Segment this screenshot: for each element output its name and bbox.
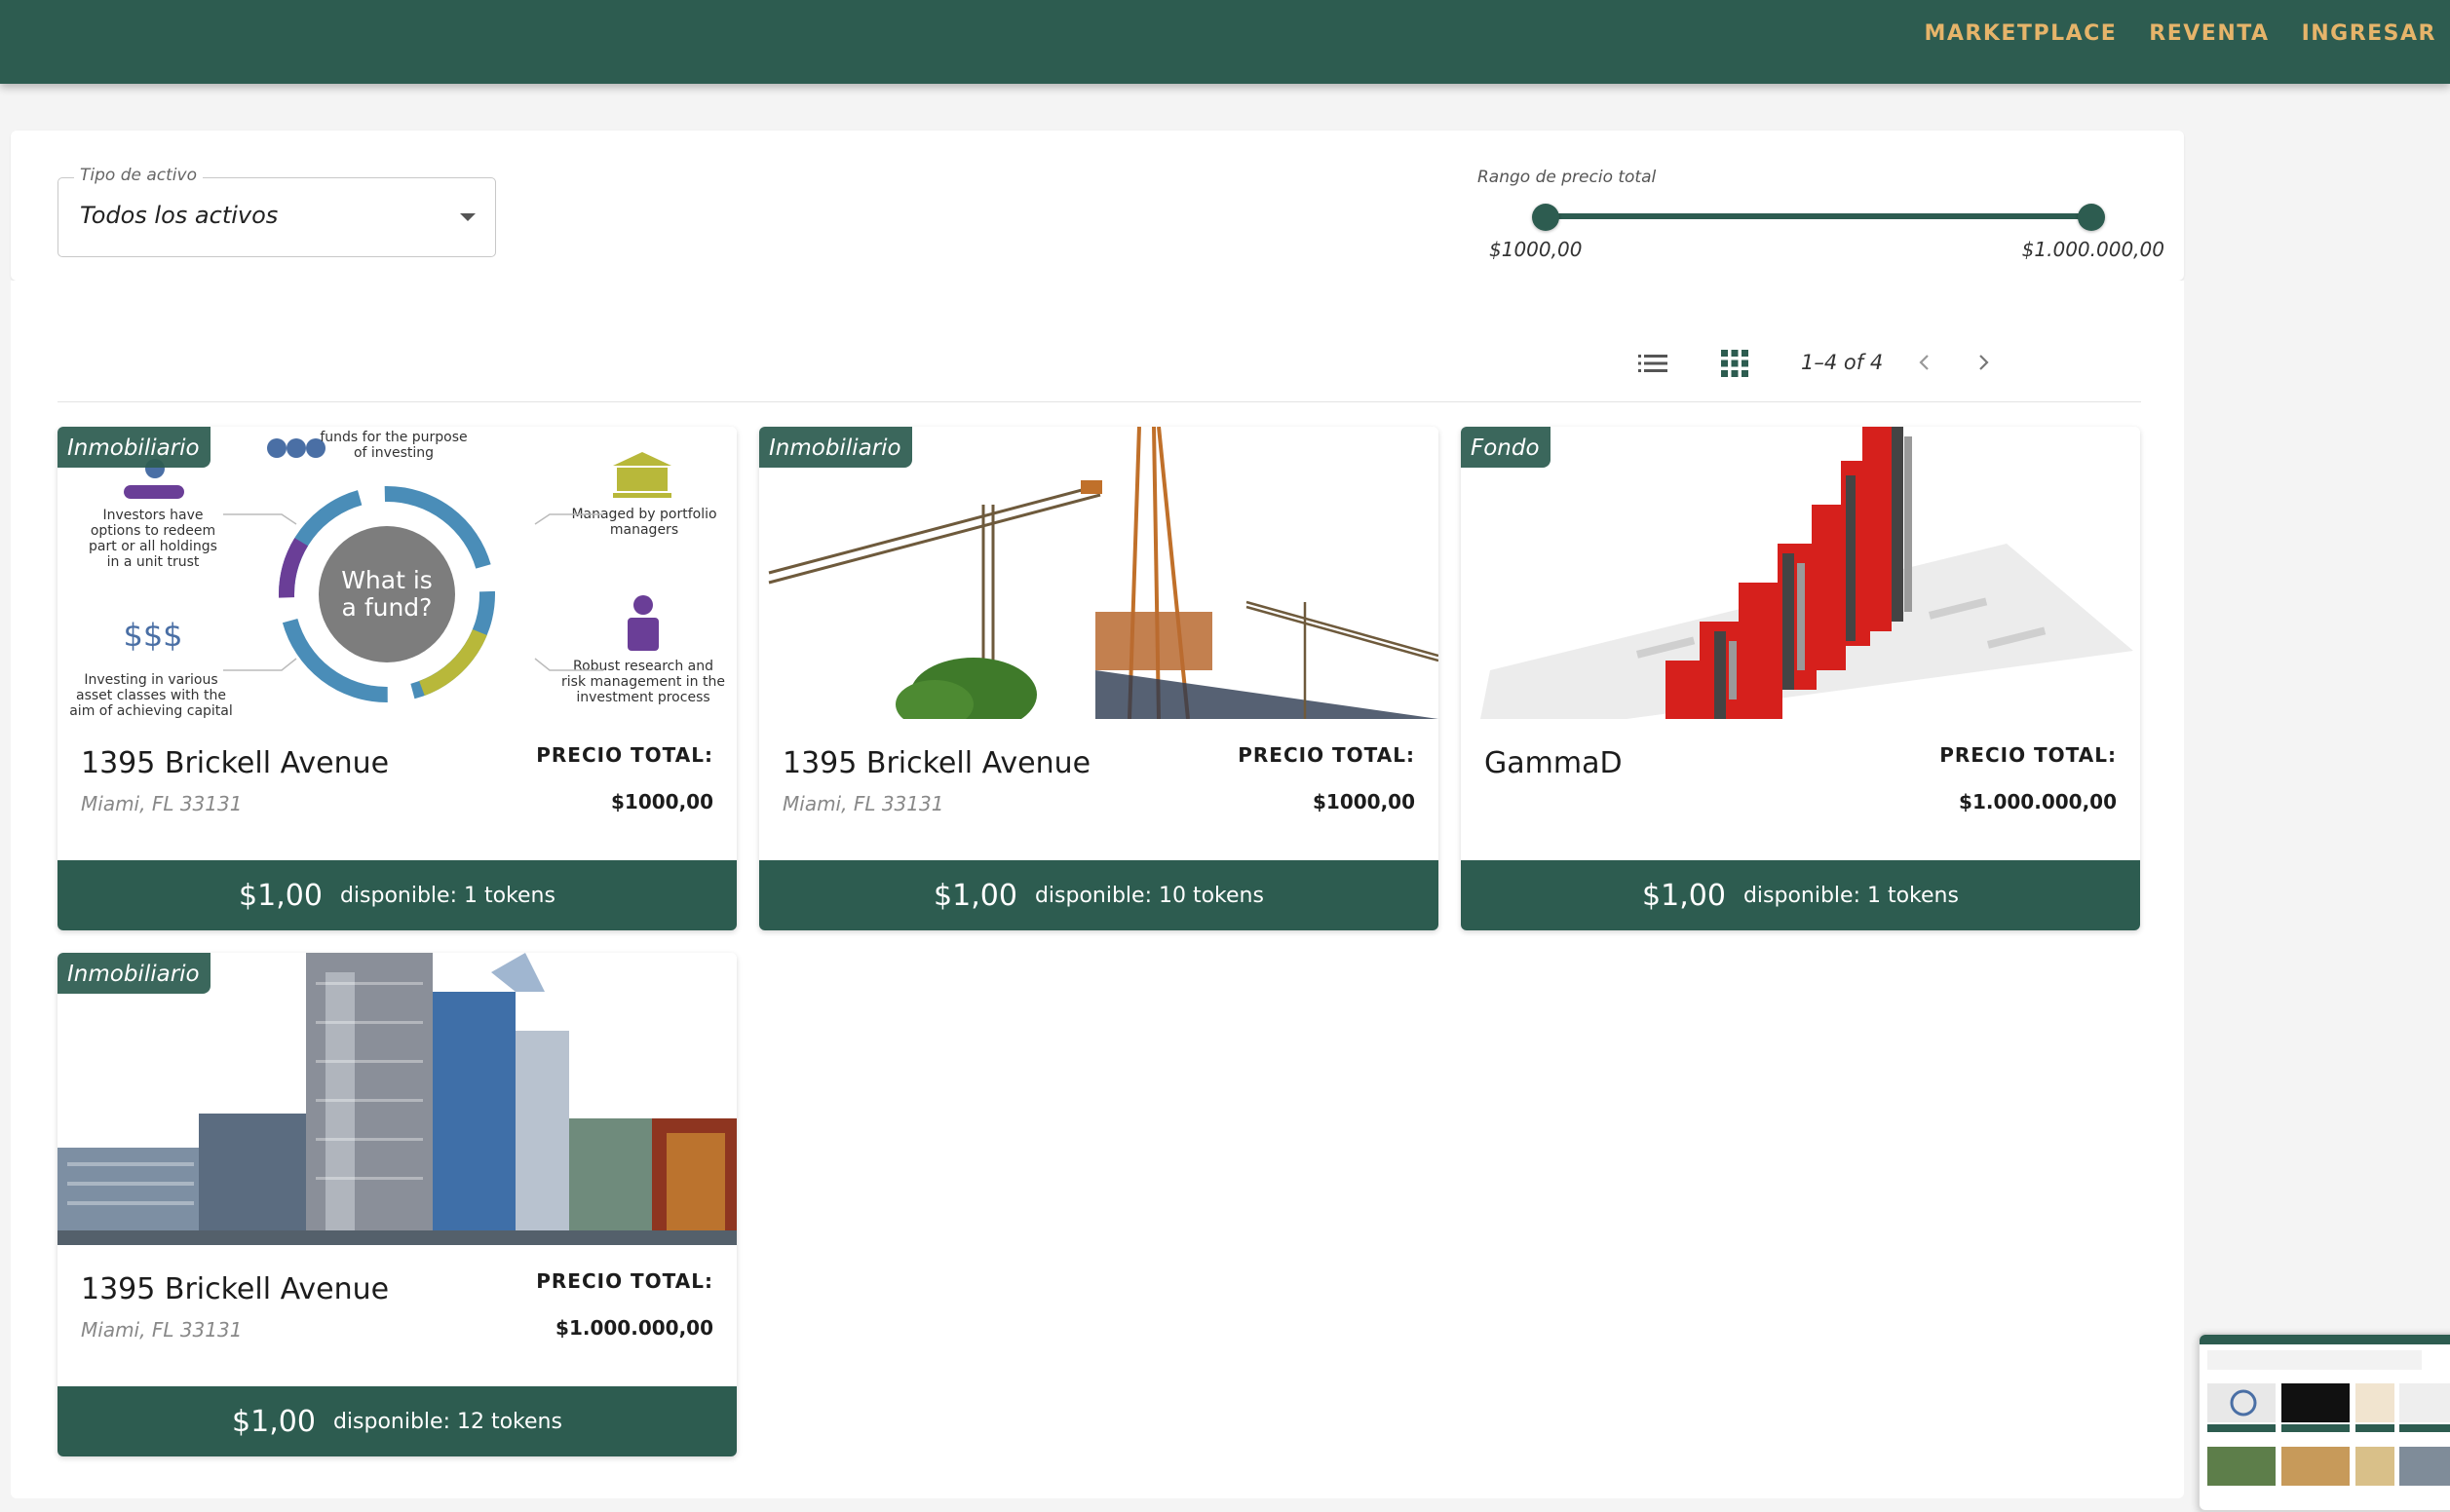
price-range-max-handle[interactable] <box>2078 204 2105 231</box>
list-view-icon[interactable] <box>1638 354 1667 373</box>
token-footer[interactable]: $1,00 disponible: 10 tokens <box>759 860 1438 930</box>
token-footer[interactable]: $1,00 disponible: 1 tokens <box>1461 860 2140 930</box>
filters-panel: Tipo de activo Todos los activos Rango d… <box>11 131 2184 281</box>
listing-toolbar: 1–4 of 4 <box>1599 339 2184 388</box>
caret-down-icon <box>460 213 476 221</box>
asset-card[interactable]: Inmobiliario 1395 Brickell Avenue Miami,… <box>759 427 1438 930</box>
construction-cranes-image <box>759 427 1438 719</box>
token-footer[interactable]: $1,00 disponible: 1 tokens <box>57 860 737 930</box>
asset-location: Miami, FL 33131 <box>81 1318 243 1342</box>
token-footer[interactable]: $1,00 disponible: 12 tokens <box>57 1386 737 1456</box>
finance-bar-chart-image <box>1461 427 2140 719</box>
money-bag-icon <box>267 438 325 458</box>
asset-title: GammaD <box>1484 746 1623 780</box>
total-price-label: PRECIO TOTAL: <box>1238 743 1415 767</box>
fund-text-1b: of investing <box>354 445 434 461</box>
asset-type-badge: Inmobiliario <box>57 427 211 468</box>
price-range-max-value: $1.000.000,00 <box>2021 238 2164 261</box>
fund-text-3a: Robust research and <box>573 659 713 674</box>
asset-title: 1395 Brickell Avenue <box>81 746 390 780</box>
dollar-signs-icon: $$$ <box>123 617 182 654</box>
nav-ingresar-link[interactable]: INGRESAR <box>2302 21 2436 46</box>
total-price-label: PRECIO TOTAL: <box>536 743 713 767</box>
total-price-label: PRECIO TOTAL: <box>1939 743 2117 767</box>
fund-center-line2: a fund? <box>342 593 433 622</box>
fund-infographic-image: What is a fund? funds for the purpose of… <box>57 427 737 719</box>
fund-text-4c: aim of achieving capital <box>69 703 233 719</box>
top-app-bar: MARKETPLACE REVENTA INGRESAR <box>0 0 2450 84</box>
price-range-min-handle[interactable] <box>1532 204 1559 231</box>
asset-type-select[interactable]: Tipo de activo Todos los activos <box>57 166 496 257</box>
price-range-track[interactable] <box>1546 213 2091 219</box>
grid-view-icon[interactable] <box>1721 350 1748 377</box>
nav-marketplace-link[interactable]: MARKETPLACE <box>1925 21 2118 46</box>
total-price-value: $1.000.000,00 <box>555 1316 713 1340</box>
tokens-available: disponible: 10 tokens <box>1034 883 1264 908</box>
asset-type-value: Todos los activos <box>80 202 279 229</box>
asset-type-label: Tipo de activo <box>74 166 203 185</box>
tokens-available: disponible: 12 tokens <box>332 1409 562 1434</box>
fund-center-line1: What is <box>341 566 433 594</box>
top-nav: MARKETPLACE REVENTA INGRESAR <box>1925 21 2437 46</box>
fund-text-5a: Investors have <box>102 508 203 523</box>
listing-area: 1–4 of 4 What is a fund? funds for the p… <box>11 281 2184 1498</box>
asset-card[interactable]: Inmobiliario 1395 Brickell Avenue Miami,… <box>57 953 737 1456</box>
token-price: $1,00 <box>1642 878 1726 913</box>
chevron-left-icon[interactable] <box>1913 351 1936 374</box>
fund-text-1a: funds for the purpose <box>320 430 467 445</box>
asset-card[interactable]: What is a fund? funds for the purpose of… <box>57 427 737 930</box>
total-price-value: $1000,00 <box>610 790 713 813</box>
toolbar-divider <box>57 401 2141 402</box>
token-price: $1,00 <box>232 1404 316 1439</box>
fund-text-5c: part or all holdings <box>89 539 217 554</box>
tokens-available: disponible: 1 tokens <box>1742 883 1959 908</box>
asset-title: 1395 Brickell Avenue <box>81 1272 390 1306</box>
manager-icon <box>628 595 659 651</box>
asset-card[interactable]: Fondo GammaD PRECIO TOTAL: $1.000.000,00… <box>1461 427 2140 930</box>
asset-location: Miami, FL 33131 <box>81 792 243 815</box>
price-range-label: Rango de precio total <box>1477 168 1657 187</box>
screenshot-preview-thumbnail[interactable] <box>2198 1333 2450 1512</box>
pagination-range: 1–4 of 4 <box>1801 351 1884 374</box>
total-price-label: PRECIO TOTAL: <box>536 1269 713 1293</box>
fund-text-3b: risk management in the <box>561 674 725 690</box>
token-price: $1,00 <box>934 878 1017 913</box>
fund-text-4a: Investing in various <box>84 672 217 688</box>
nav-reventa-link[interactable]: REVENTA <box>2149 21 2269 46</box>
total-price-value: $1.000.000,00 <box>1959 790 2117 813</box>
fund-text-2b: managers <box>610 522 678 538</box>
asset-type-badge: Inmobiliario <box>57 953 211 994</box>
token-price: $1,00 <box>239 878 323 913</box>
fund-text-5b: options to redeem <box>91 523 215 539</box>
asset-location: Miami, FL 33131 <box>783 792 944 815</box>
chevron-right-icon[interactable] <box>1971 351 1995 374</box>
asset-type-badge: Inmobiliario <box>759 427 912 468</box>
tokens-available: disponible: 1 tokens <box>339 883 555 908</box>
total-price-value: $1000,00 <box>1312 790 1415 813</box>
building-skyline-image <box>57 953 737 1245</box>
price-range-min-value: $1000,00 <box>1489 238 1583 261</box>
bank-icon <box>613 452 671 498</box>
fund-text-3c: investment process <box>576 690 709 705</box>
fund-text-5d: in a unit trust <box>107 554 200 570</box>
fund-text-4b: asset classes with the <box>76 688 226 703</box>
asset-title: 1395 Brickell Avenue <box>783 746 1091 780</box>
asset-type-badge: Fondo <box>1461 427 1550 468</box>
